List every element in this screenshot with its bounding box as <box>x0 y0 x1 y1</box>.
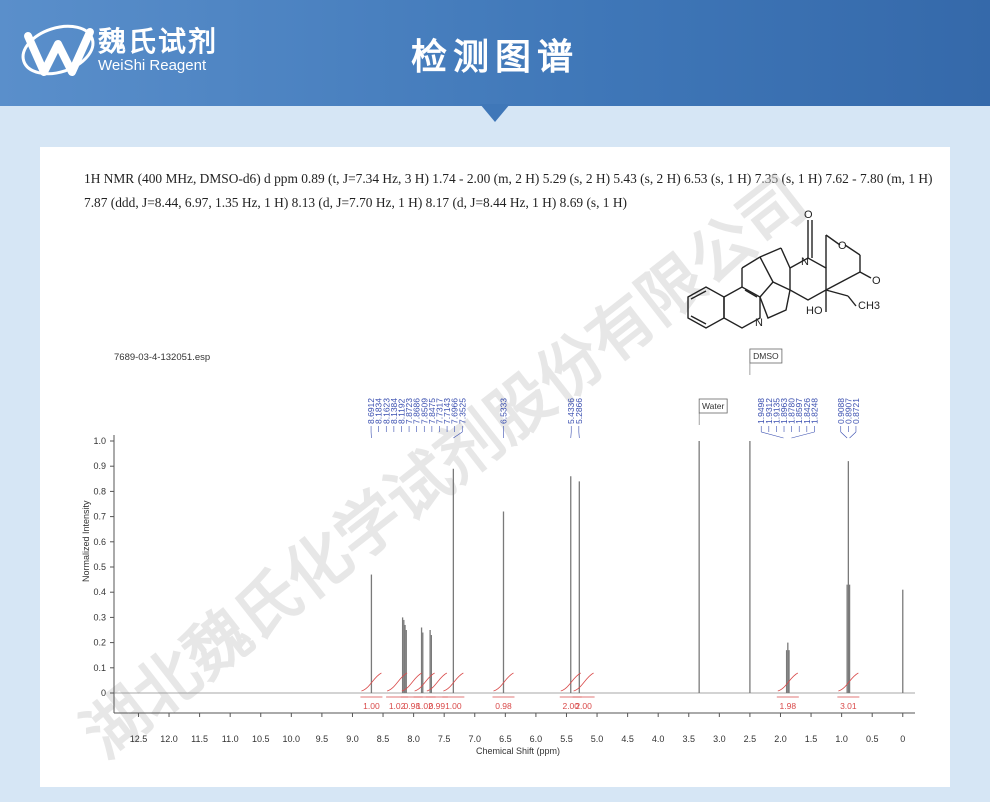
x-tick-label: 0.5 <box>866 734 879 744</box>
x-tick-label: 12.5 <box>130 734 148 744</box>
peak-label: 6.5333 <box>498 398 508 424</box>
x-tick-label: 0 <box>900 734 905 744</box>
y-tick-label: 0.4 <box>93 587 106 597</box>
x-tick-label: 2.5 <box>744 734 757 744</box>
integral-label: 1.98 <box>780 701 797 711</box>
peak-label: 5.2866 <box>574 398 584 424</box>
atom-label-ch3: CH3 <box>858 300 880 312</box>
y-tick-label: 0.9 <box>93 461 106 471</box>
x-tick-label: 5.0 <box>591 734 604 744</box>
integral-label: 0.99 <box>429 701 446 711</box>
integral-label: 1.00 <box>363 701 380 711</box>
peak-label-connector <box>840 431 857 439</box>
atom-label-n2: N <box>755 317 763 329</box>
x-tick-label: 2.0 <box>774 734 787 744</box>
peak-label: 7.3525 <box>457 398 467 424</box>
nmr-spectrum-chart: 湖北魏氏化学试剂股份有限公司 O O O N N HO CH3 7689-03-… <box>69 163 915 771</box>
atom-label-o1: O <box>804 209 813 221</box>
integral-label: 1.00 <box>445 701 462 711</box>
peak-label-connector <box>761 431 815 439</box>
y-tick-label: 0.2 <box>93 638 106 648</box>
watermark: 湖北魏氏化学试剂股份有限公司 <box>69 163 819 771</box>
y-tick-label: 0.7 <box>93 512 106 522</box>
chart-file-label: 7689-03-4-132051.esp <box>114 352 210 363</box>
peak-label: 0.8721 <box>851 398 861 424</box>
y-tick-label: 0.1 <box>93 663 106 673</box>
x-tick-label: 9.5 <box>316 734 329 744</box>
x-tick-label: 8.0 <box>407 734 420 744</box>
integral-label: 2.00 <box>575 701 592 711</box>
x-tick-label: 11.5 <box>191 734 208 744</box>
x-tick-label: 6.5 <box>499 734 512 744</box>
x-tick-label: 1.0 <box>835 734 848 744</box>
integral-label: 0.98 <box>495 701 512 711</box>
y-tick-label: 0.3 <box>93 612 106 622</box>
x-tick-label: 4.0 <box>652 734 665 744</box>
x-tick-label: 12.0 <box>160 734 178 744</box>
atom-label-o2: O <box>838 240 847 252</box>
x-tick-label: 1.5 <box>805 734 818 744</box>
y-tick-label: 0.6 <box>93 537 106 547</box>
y-axis-title: Normalized Intensity <box>81 500 91 582</box>
x-tick-label: 4.5 <box>621 734 634 744</box>
x-tick-label: 6.0 <box>530 734 543 744</box>
x-tick-label: 11.0 <box>222 734 239 744</box>
atom-label-ho: HO <box>806 305 823 317</box>
x-tick-label: 3.5 <box>683 734 696 744</box>
integral-label: 3.01 <box>840 701 857 711</box>
x-tick-label: 8.5 <box>377 734 390 744</box>
y-tick-label: 0 <box>101 688 106 698</box>
x-tick-label: 5.5 <box>560 734 573 744</box>
x-tick-label: 7.5 <box>438 734 451 744</box>
peak-label-connector <box>570 431 580 439</box>
annotation-label: DMSO <box>753 351 779 361</box>
x-axis-title: Chemical Shift (ppm) <box>476 746 560 756</box>
annotation-label: Water <box>702 401 725 411</box>
y-tick-label: 0.5 <box>93 562 106 572</box>
x-tick-label: 9.0 <box>346 734 359 744</box>
atom-label-n1: N <box>801 256 809 268</box>
y-tick-label: 1.0 <box>93 436 106 446</box>
x-tick-label: 7.0 <box>468 734 481 744</box>
atom-label-o3: O <box>872 275 881 287</box>
x-tick-label: 10.5 <box>252 734 270 744</box>
x-tick-label: 3.0 <box>713 734 726 744</box>
y-tick-label: 0.8 <box>93 486 106 496</box>
peak-label: 1.8248 <box>809 398 819 424</box>
x-tick-label: 10.0 <box>283 734 301 744</box>
